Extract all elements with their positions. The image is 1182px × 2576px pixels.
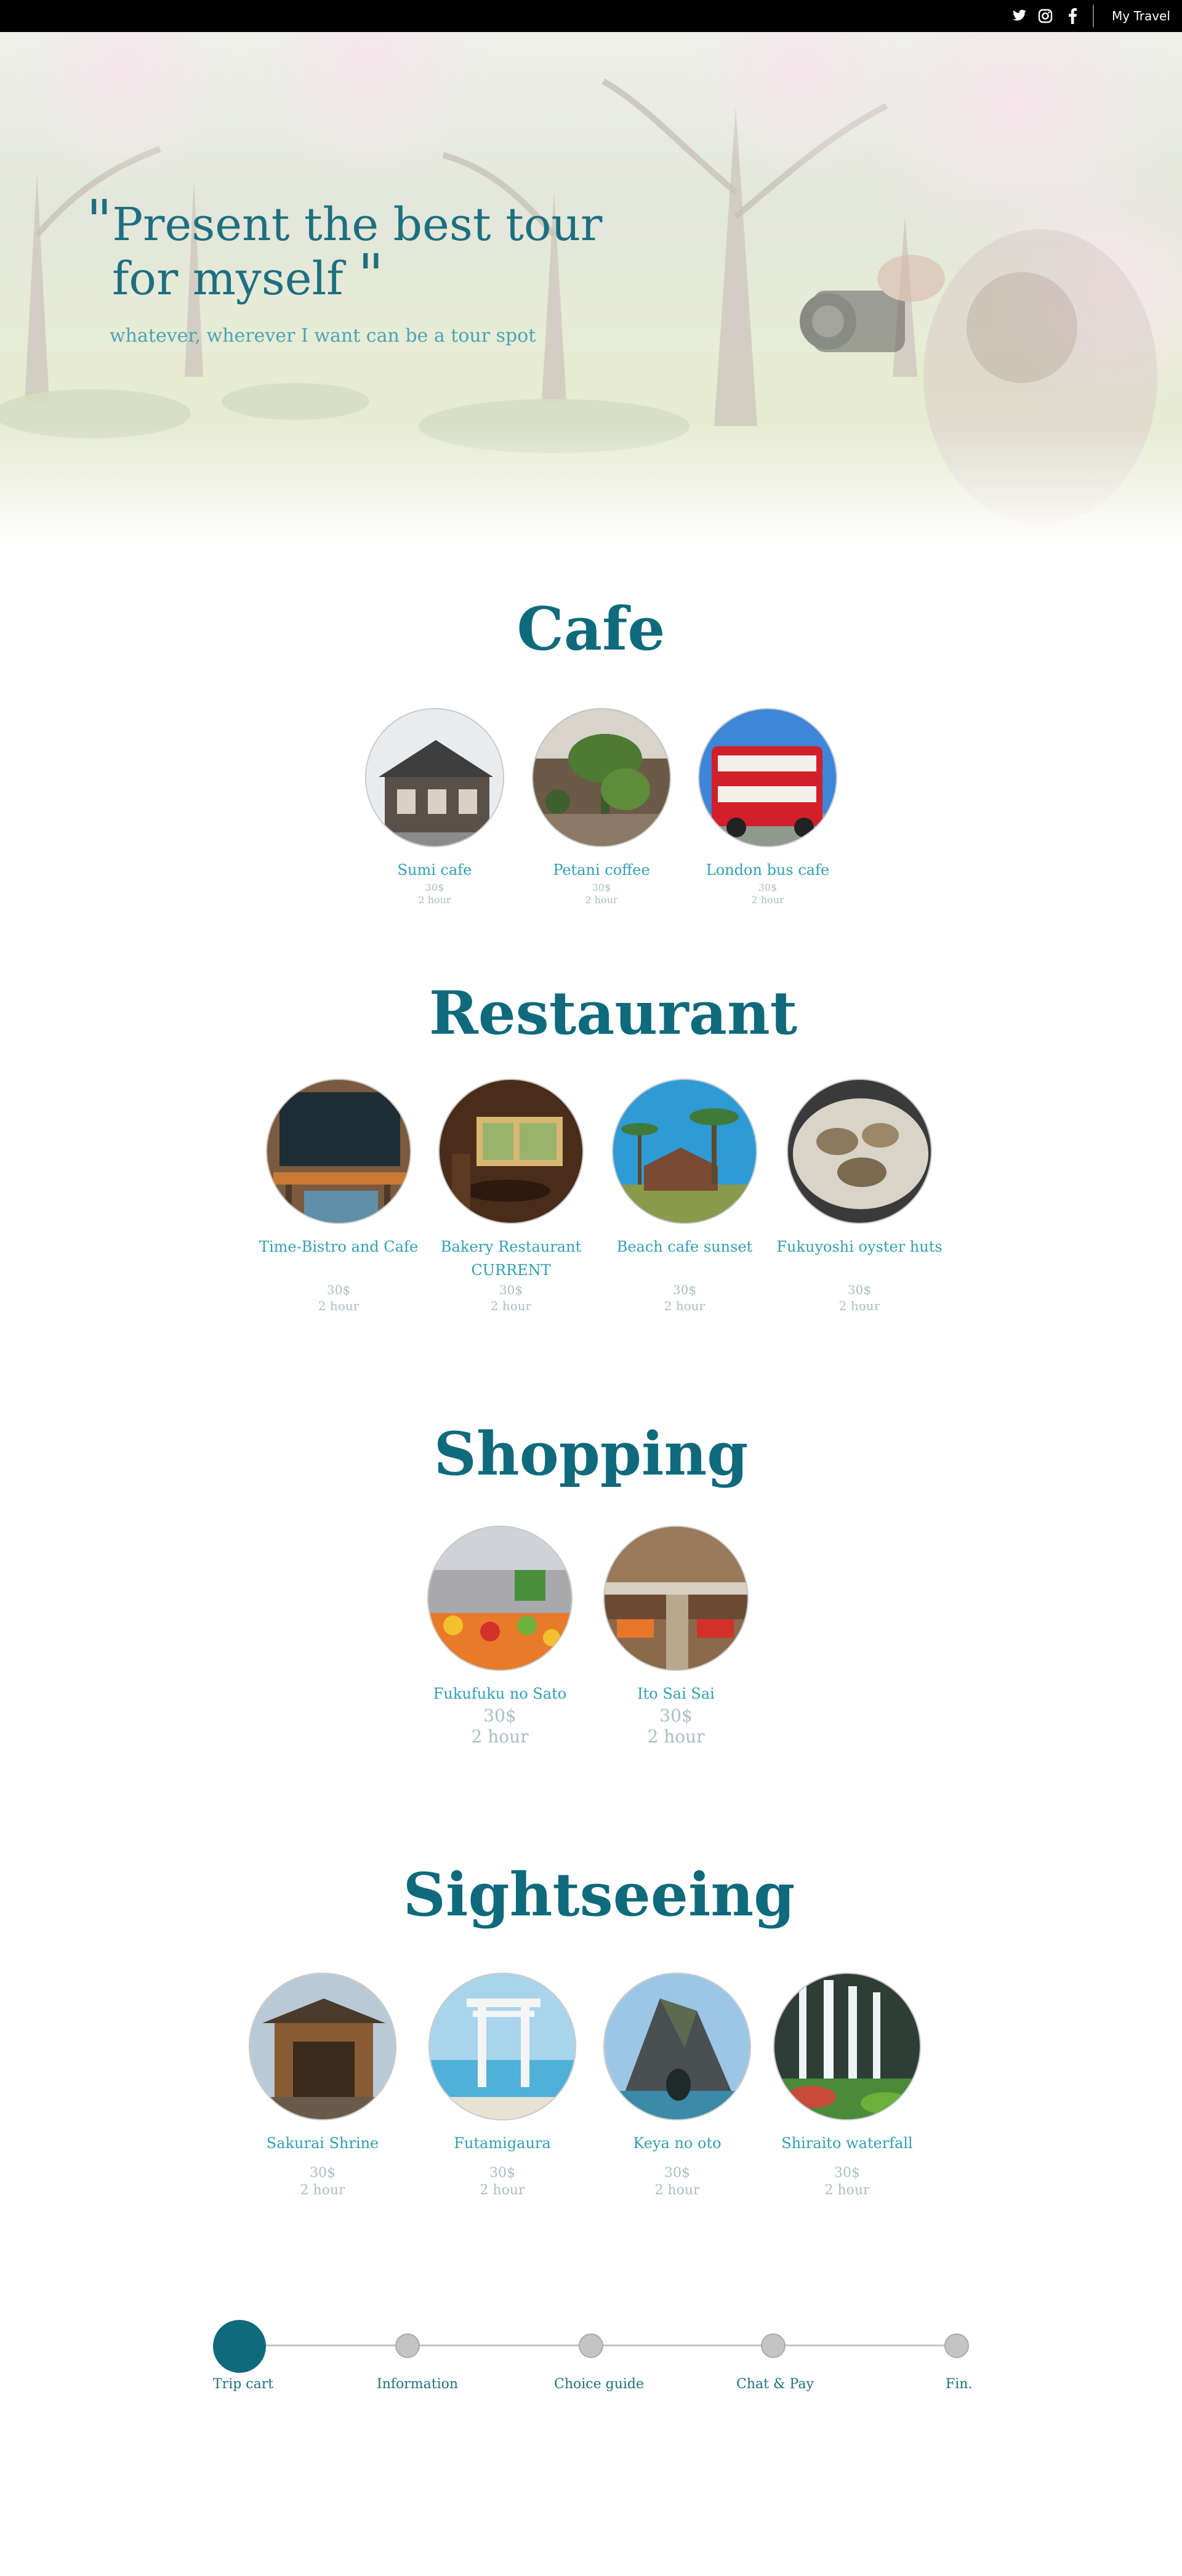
step-label-fin[interactable]: Fin. [946,2377,972,2392]
item-name[interactable]: London bus cafe [669,858,866,882]
restaurant-item[interactable]: Time-Bistro and Cafe 30$ 2 hour [240,1079,437,1314]
item-duration: 2 hour [838,1298,880,1313]
item-price: 30$ [310,2165,336,2181]
restaurant-thumbnail[interactable] [787,1079,932,1224]
item-sub [240,1258,437,1282]
item-sub [761,1258,958,1282]
item-name[interactable]: Ito Sai Sai [577,1682,774,1705]
item-price: 30$ [847,1282,872,1297]
item-duration: 2 hour [318,1298,360,1313]
restaurant-section-title: Restaurant [428,978,798,1048]
item-price: 30$ [672,1282,697,1297]
hero-quote: "Present the best tour for myself " [86,193,602,305]
item-name[interactable]: Fukuyoshi oyster huts [761,1235,958,1258]
close-quote-mark: " [358,242,384,308]
step-dot-chat-pay[interactable] [761,2333,786,2358]
sightseeing-thumbnail[interactable] [428,1973,576,2120]
item-name[interactable]: Keya no oto [579,2131,776,2155]
item-duration: 2 hour [480,2183,525,2198]
facebook-icon[interactable] [1064,7,1081,25]
cafe-section-title: Cafe [517,594,665,664]
shopping-section-title: Shopping [433,1419,749,1489]
sightseeing-item[interactable]: Keya no oto 30$ 2 hour [579,1973,776,2199]
step-dot-trip-cart[interactable] [213,2320,266,2373]
sightseeing-item[interactable]: Futamigaura 30$ 2 hour [404,1973,601,2199]
item-price: 30$ [834,2165,860,2181]
step-dot-fin[interactable] [944,2333,969,2358]
step-label-information[interactable]: Information [377,2377,458,2392]
sightseeing-item[interactable]: Sakurai Shrine 30$ 2 hour [224,1973,421,2199]
instagram-icon[interactable] [1037,7,1054,25]
hero-quote-line2: for myself [112,252,344,305]
restaurant-item[interactable]: Bakery Restaurant CURRENT 30$ 2 hour [412,1079,609,1314]
top-bar: My Travel [0,0,1182,32]
item-price: 30$ [659,1705,693,1726]
sightseeing-thumbnail[interactable] [603,1973,751,2120]
step-label-chat-pay[interactable]: Chat & Pay [736,2377,814,2392]
cafe-thumbnail[interactable] [698,708,837,847]
item-name[interactable]: Bakery Restaurant [412,1235,609,1258]
step-label-trip-cart[interactable]: Trip cart [213,2377,273,2392]
item-price: 30$ [664,2165,690,2181]
restaurant-item[interactable]: Beach cafe sunset 30$ 2 hour [586,1079,783,1314]
sightseeing-thumbnail[interactable] [249,1973,396,2120]
item-current-badge: CURRENT [471,1262,551,1279]
item-name[interactable]: Beach cafe sunset [586,1235,783,1258]
my-travel-link[interactable]: My Travel [1112,7,1170,25]
item-duration: 2 hour [654,2183,700,2198]
restaurant-item[interactable]: Fukuyoshi oyster huts 30$ 2 hour [761,1079,958,1314]
item-price: 30$ [758,882,778,893]
hero-subtitle: whatever, wherever I want can be a tour … [110,325,536,347]
item-name[interactable]: Futamigaura [404,2131,601,2155]
item-price: 30$ [489,2165,515,2181]
restaurant-thumbnail[interactable] [266,1079,411,1224]
shopping-thumbnail[interactable] [427,1526,573,1671]
step-dot-choice-guide[interactable] [579,2333,603,2358]
shopping-thumbnail[interactable] [603,1526,749,1671]
item-price: 30$ [499,1282,523,1297]
item-name[interactable]: Shiraito waterfall [749,2131,946,2155]
cafe-thumbnail[interactable] [365,708,504,847]
cafe-thumbnail[interactable] [532,708,671,847]
item-duration: 2 hour [751,894,784,906]
cafe-item[interactable]: London bus cafe 30$ 2 hour [669,708,866,906]
item-duration: 2 hour [300,2183,345,2198]
item-price: 30$ [483,1705,517,1726]
item-duration: 2 hour [664,1298,706,1313]
twitter-icon[interactable] [1011,7,1028,25]
restaurant-thumbnail[interactable] [612,1079,757,1224]
item-duration: 2 hour [824,2183,870,2198]
item-name[interactable]: Time-Bistro and Cafe [240,1235,437,1258]
step-label-choice-guide[interactable]: Choice guide [554,2377,644,2392]
topbar-divider [1093,5,1094,27]
item-duration: 2 hour [471,1726,529,1747]
item-name[interactable]: Fukufuku no Sato [401,1682,598,1705]
shopping-item[interactable]: Fukufuku no Sato 30$ 2 hour [401,1526,598,1747]
item-price: 30$ [326,1282,351,1297]
sightseeing-item[interactable]: Shiraito waterfall 30$ 2 hour [749,1973,946,2199]
restaurant-thumbnail[interactable] [438,1079,584,1224]
item-sub [586,1258,783,1282]
sightseeing-section-title: Sightseeing [403,1860,795,1930]
item-duration: 2 hour [647,1726,705,1747]
step-dot-information[interactable] [395,2333,420,2358]
hero-fade [0,426,1182,549]
open-quote-mark: " [86,188,113,254]
item-duration: 2 hour [490,1298,532,1313]
sightseeing-thumbnail[interactable] [773,1973,921,2120]
item-name[interactable]: Sakurai Shrine [224,2131,421,2155]
shopping-item[interactable]: Ito Sai Sai 30$ 2 hour [577,1526,774,1747]
